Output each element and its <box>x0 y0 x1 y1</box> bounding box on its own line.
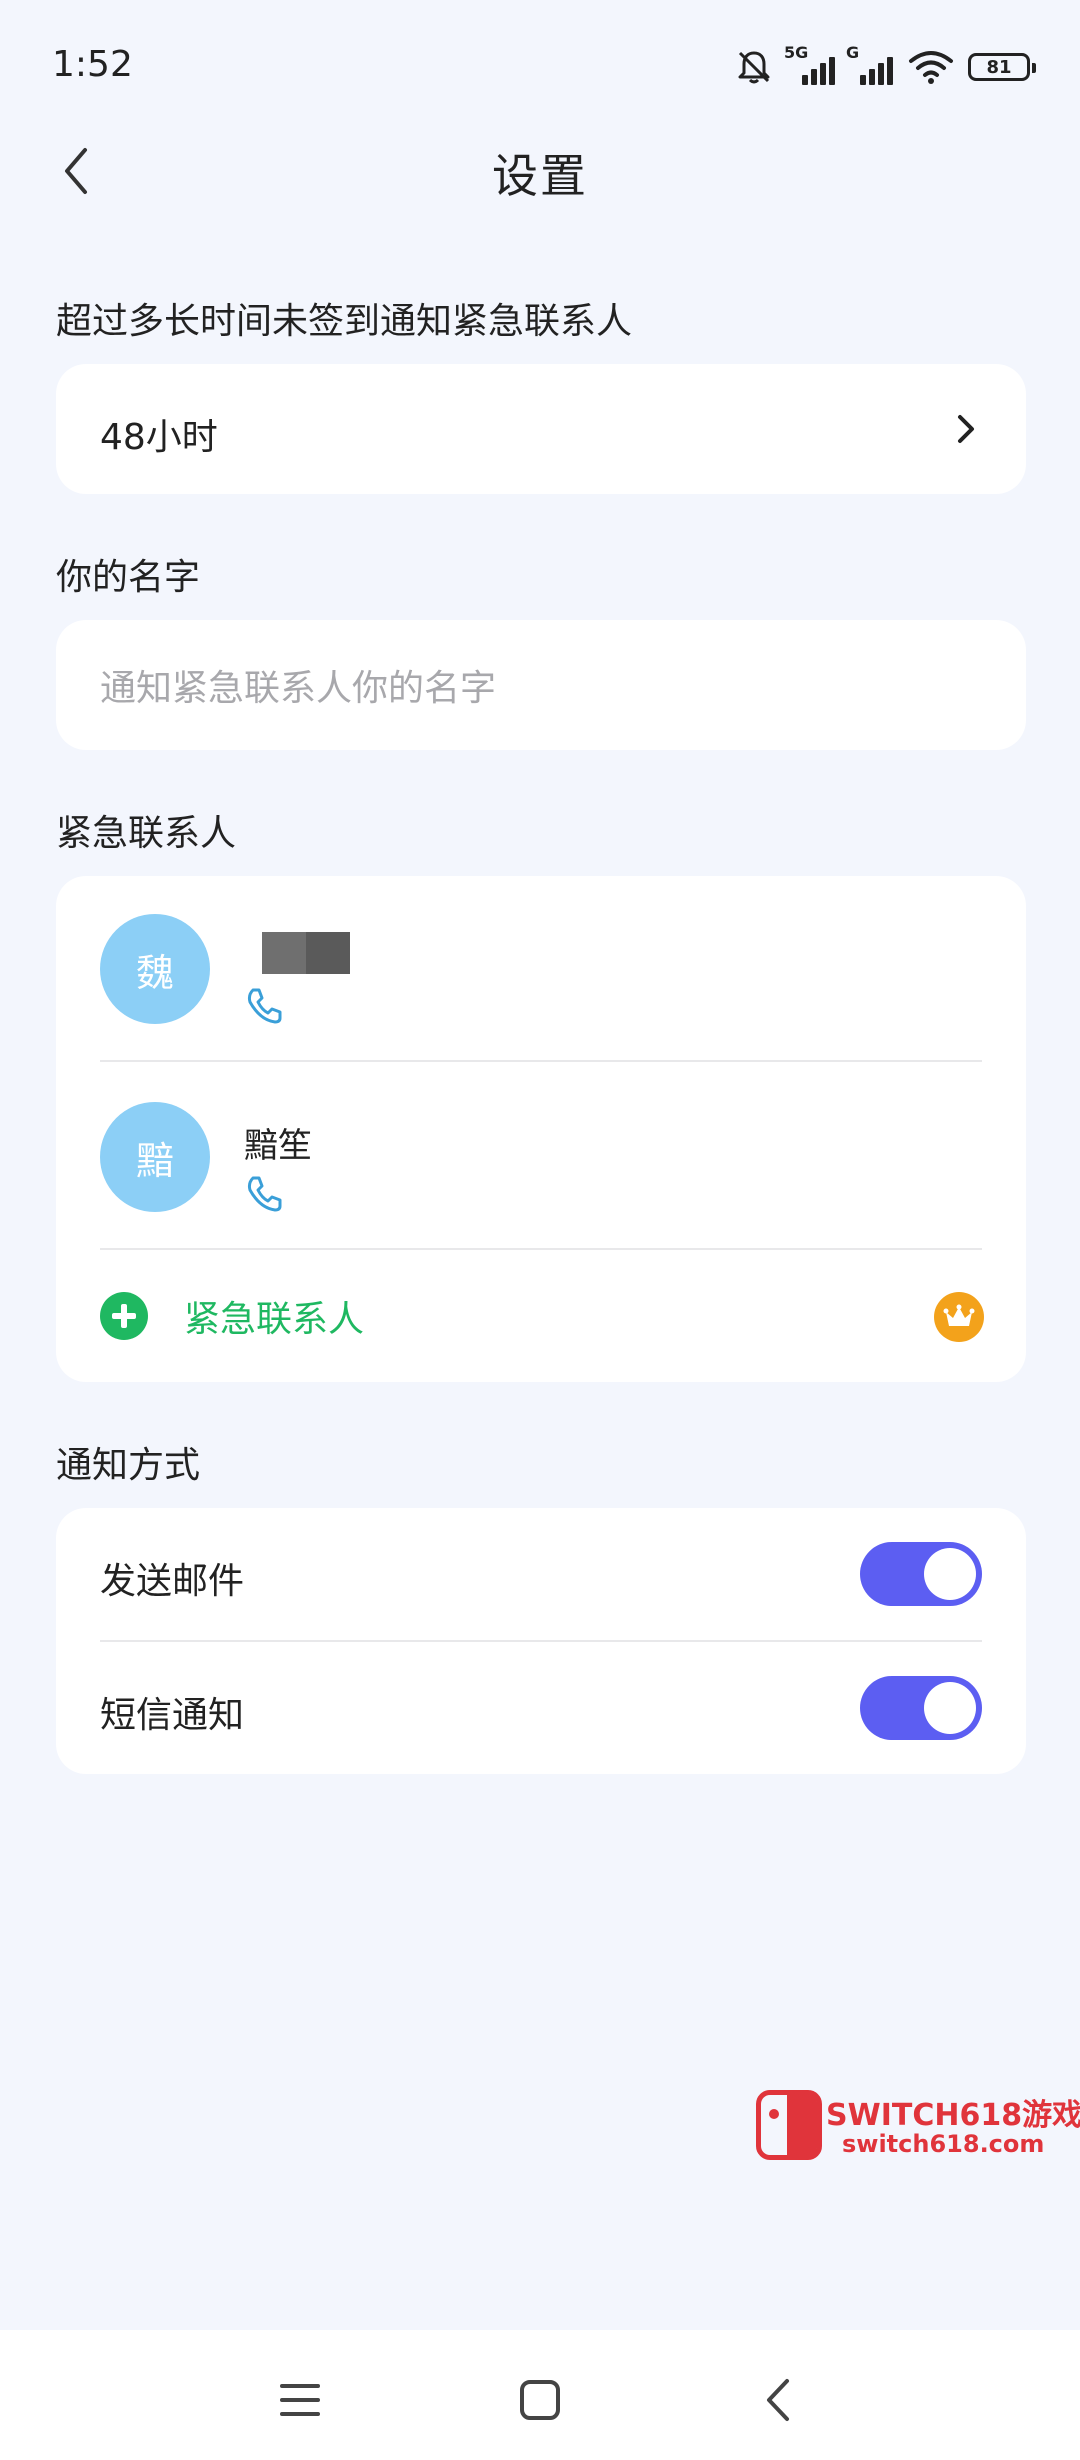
switch-logo-icon <box>756 2090 822 2160</box>
redacted-name <box>262 932 350 974</box>
menu-button[interactable] <box>260 2360 340 2440</box>
avatar: 黯 <box>100 1102 210 1212</box>
bell-muted-icon <box>738 51 770 84</box>
name-section-label: 你的名字 <box>56 557 201 598</box>
add-contact-label: 紧急联系人 <box>184 1299 365 1340</box>
toggle-knob <box>924 1548 976 1600</box>
checkin-section-label: 超过多长时间未签到通知紧急联系人 <box>56 301 633 342</box>
phone-icon[interactable] <box>244 1174 284 1214</box>
status-time: 1:52 <box>52 44 133 85</box>
contact-name: 黯笙 <box>244 1126 312 1166</box>
wifi-icon <box>909 51 953 84</box>
page-title: 设置 <box>492 149 588 203</box>
name-field-placeholder: 通知紧急联系人你的名字 <box>100 668 497 709</box>
sms-notify-row: 短信通知 <box>56 1642 1026 1774</box>
battery-icon: 81 <box>968 53 1036 81</box>
checkin-interval-value: 48小时 <box>100 417 218 458</box>
divider <box>100 1060 982 1062</box>
email-notify-row: 发送邮件 <box>56 1508 1026 1640</box>
watermark: SWITCH618游戏 switch618.com <box>756 2090 1080 2164</box>
notify-card: 发送邮件 短信通知 <box>56 1508 1026 1774</box>
settings-screen: 1:52 5G G 81 设置 超过多长时间未签到通知紧急联系人 48小时 你的… <box>0 0 1080 2460</box>
sms-notify-label: 短信通知 <box>100 1695 245 1736</box>
crown-icon <box>934 1292 984 1342</box>
avatar: 魏 <box>100 914 210 1024</box>
home-square-icon <box>520 2380 560 2420</box>
battery-level: 81 <box>986 56 1012 78</box>
chevron-right-icon <box>958 415 974 443</box>
watermark-url: switch618.com <box>842 2130 1045 2158</box>
email-notify-toggle[interactable] <box>860 1542 982 1606</box>
nav-back-button[interactable] <box>738 2360 818 2440</box>
menu-icon <box>280 2384 320 2416</box>
contacts-section-label: 紧急联系人 <box>56 813 237 854</box>
contacts-card: 魏 黯 黯笙 紧急联系人 <box>56 876 1026 1382</box>
sms-notify-toggle[interactable] <box>860 1676 982 1740</box>
name-field[interactable]: 通知紧急联系人你的名字 <box>56 620 1026 750</box>
signal-5g-icon: 5G <box>784 43 836 85</box>
add-contact-button[interactable]: 紧急联系人 <box>56 1250 1026 1382</box>
home-button[interactable] <box>500 2360 580 2440</box>
notify-section-label: 通知方式 <box>56 1445 201 1486</box>
contact-item[interactable]: 魏 <box>56 876 1026 1064</box>
status-icons: 5G G 81 <box>734 43 1036 90</box>
status-bar: 1:52 5G G 81 <box>0 0 1080 140</box>
email-notify-label: 发送邮件 <box>100 1561 245 1602</box>
plus-circle-icon <box>100 1292 148 1340</box>
chevron-left-icon <box>767 2379 789 2421</box>
watermark-title: SWITCH618游戏 <box>826 2098 1080 2133</box>
checkin-interval-row[interactable]: 48小时 <box>56 364 1026 494</box>
contact-item[interactable]: 黯 黯笙 <box>56 1064 1026 1252</box>
signal-g-icon: G <box>846 43 894 85</box>
phone-icon[interactable] <box>244 986 284 1026</box>
system-nav-bar <box>0 2330 1080 2460</box>
toggle-knob <box>924 1682 976 1734</box>
